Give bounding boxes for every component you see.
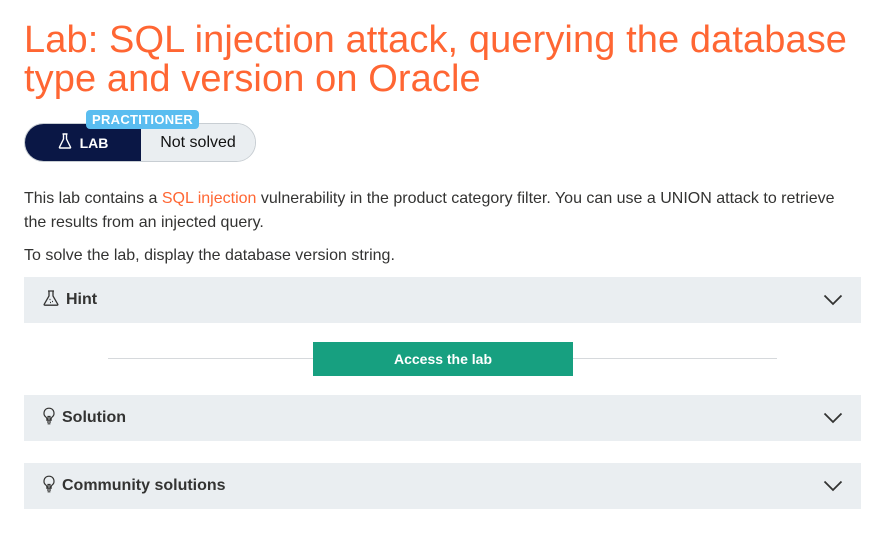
description-pre: This lab contains a	[24, 190, 162, 207]
lab-status-widget: PRACTITIONER LAB Not solved	[24, 110, 256, 162]
lightbulb-icon	[42, 475, 56, 498]
lightbulb-icon	[42, 407, 56, 430]
flask-icon	[42, 289, 60, 312]
community-solutions-section[interactable]: Community solutions	[24, 463, 861, 509]
chevron-down-icon[interactable]	[823, 412, 843, 424]
chevron-down-icon[interactable]	[823, 480, 843, 492]
solution-label: Solution	[62, 409, 126, 426]
solved-status: Not solved	[141, 124, 255, 161]
access-lab-button[interactable]: Access the lab	[313, 342, 573, 376]
page-title: Lab: SQL injection attack, querying the …	[24, 19, 848, 100]
hint-header: Hint	[42, 289, 97, 312]
lab-tag-label: LAB	[79, 134, 109, 151]
access-lab-row: Access the lab	[24, 323, 861, 395]
lab-goal: To solve the lab, display the database v…	[24, 247, 395, 264]
flask-icon	[58, 133, 72, 152]
chevron-down-icon[interactable]	[823, 294, 843, 306]
level-badge: PRACTITIONER	[86, 110, 200, 129]
community-solutions-label: Community solutions	[62, 477, 226, 494]
lab-description: This lab contains a SQL injection vulner…	[24, 187, 861, 235]
hint-section[interactable]: Hint	[24, 277, 861, 323]
sql-injection-link[interactable]: SQL injection	[162, 190, 257, 207]
lab-tag: LAB	[25, 124, 141, 161]
solution-header: Solution	[42, 407, 126, 430]
lab-page: Lab: SQL injection attack, querying the …	[0, 0, 890, 509]
community-header: Community solutions	[42, 475, 226, 498]
hint-label: Hint	[66, 291, 98, 308]
solution-section[interactable]: Solution	[24, 395, 861, 441]
